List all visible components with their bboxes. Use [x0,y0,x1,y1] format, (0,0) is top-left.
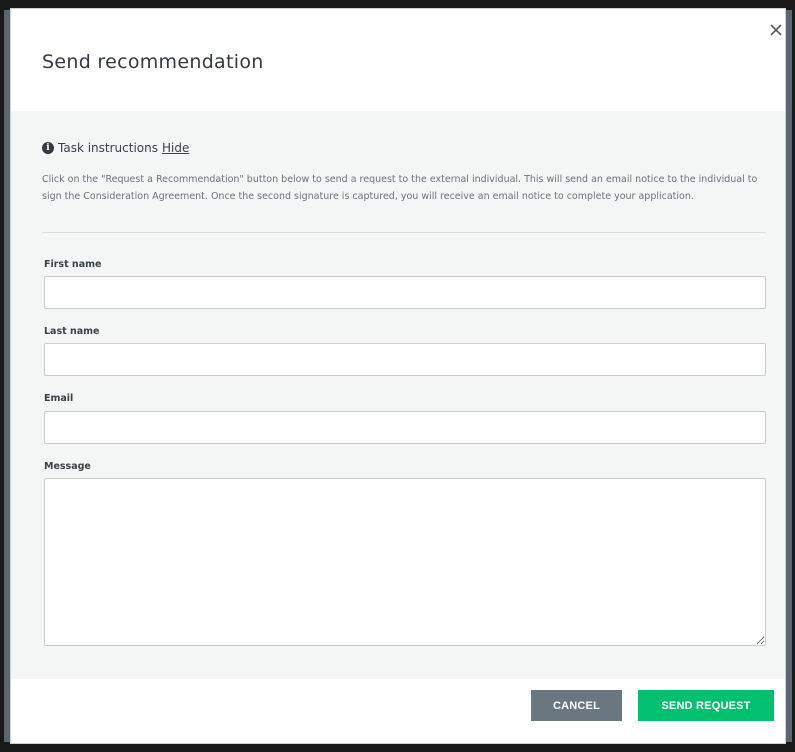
email-input[interactable] [44,411,766,444]
last-name-input[interactable] [44,343,766,376]
dialog-header: Send recommendation [11,9,785,111]
dialog-title: Send recommendation [42,51,264,73]
backdrop-edge-right [786,10,792,742]
message-label: Message [44,461,91,472]
cancel-button[interactable]: CANCEL [531,690,622,721]
task-instructions-text: Click on the "Request a Recommendation" … [42,174,758,202]
hide-instructions-link[interactable]: Hide [162,141,189,155]
close-icon [770,24,782,36]
close-button[interactable] [767,21,785,39]
info-icon: i [42,142,54,154]
last-name-label: Last name [44,326,100,337]
email-label: Email [44,393,74,404]
task-instructions-header: i Task instructions Hide [42,141,189,155]
first-name-label: First name [44,259,102,270]
dialog-footer: CANCEL SEND REQUEST [11,679,785,743]
task-instructions-heading: Task instructions [58,141,158,155]
message-textarea[interactable] [44,478,766,646]
dialog-body: i Task instructions Hide Click on the "R… [11,111,785,679]
send-request-button[interactable]: SEND REQUEST [638,690,774,721]
send-recommendation-dialog: Send recommendation i Task instructions … [10,8,786,744]
instructions-divider [42,232,766,233]
first-name-input[interactable] [44,276,766,309]
